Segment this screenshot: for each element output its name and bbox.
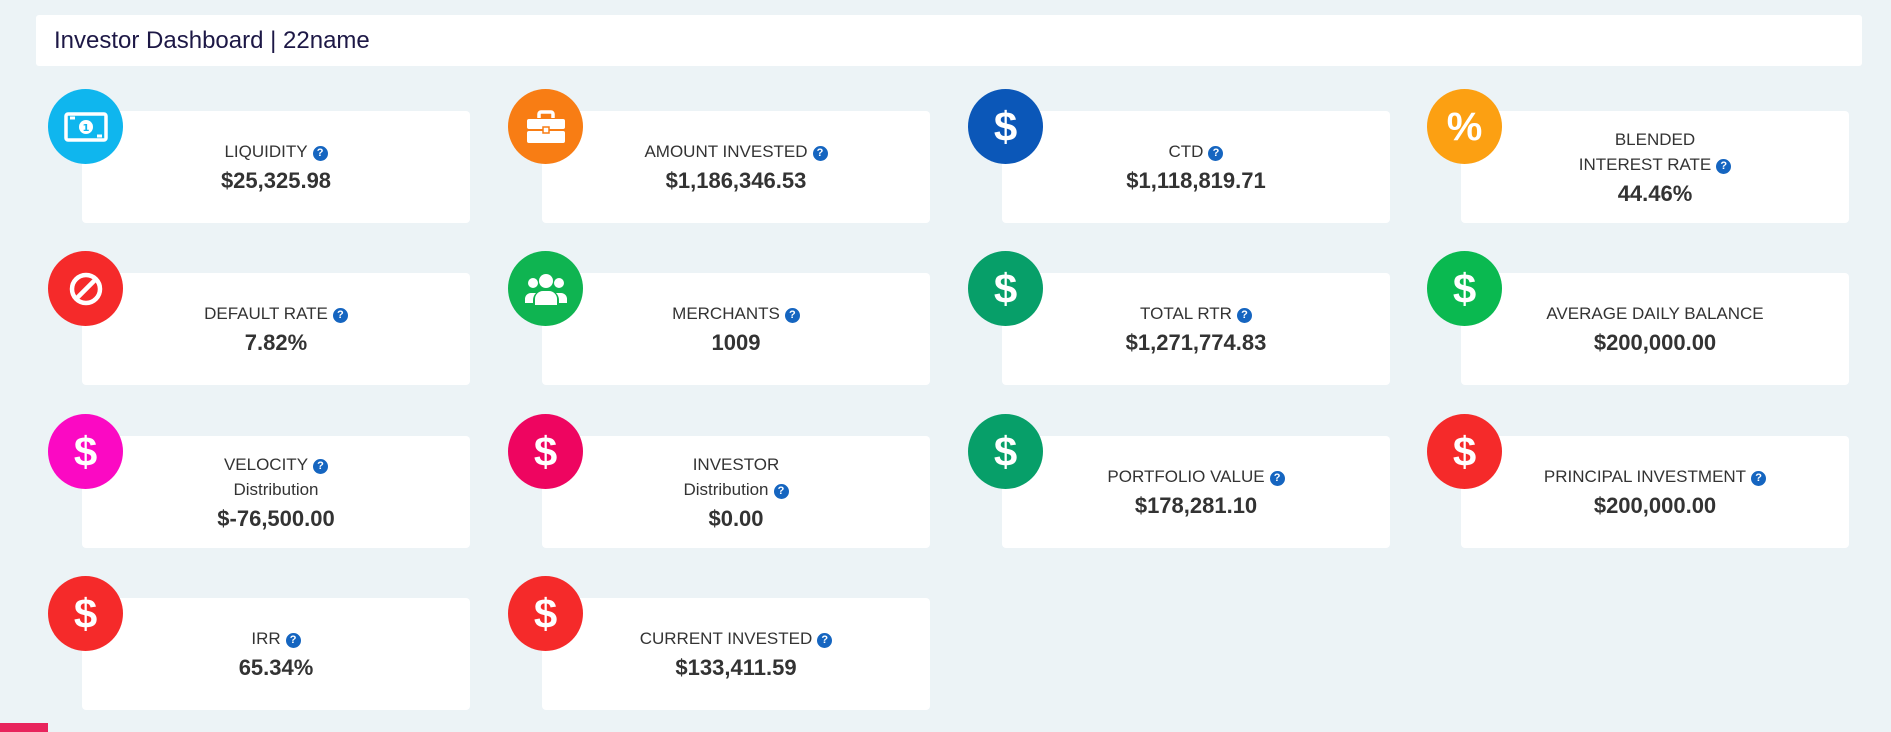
stat-value: $0.00 (708, 505, 764, 531)
stat-card-principal-investment: PRINCIPAL INVESTMENT? $200,000.00 (1461, 436, 1849, 548)
stat-label: INTEREST RATE? (1579, 152, 1732, 177)
stat-value: $133,411.59 (675, 655, 797, 680)
dollar-icon: $ (533, 589, 558, 637)
percent-icon: % (1446, 104, 1483, 149)
percent-badge: % (1427, 89, 1502, 164)
users-icon (524, 271, 568, 307)
stat-card-default-rate: DEFAULT RATE? 7.82% (82, 273, 470, 385)
dollar-badge: $ (1427, 251, 1502, 326)
stat-card-liquidity: LIQUIDITY? $25,325.98 (82, 111, 470, 223)
stat-card-irr: IRR? 65.34% (82, 598, 470, 710)
dollar-icon: $ (993, 427, 1018, 475)
stat-label-top: BLENDED (1614, 129, 1696, 149)
users-badge (508, 251, 583, 326)
stat-card-velocity-distribution: VELOCITY? Distribution $-76,500.00 (82, 436, 470, 548)
help-icon[interactable]: ? (1751, 471, 1767, 486)
dollar-badge: $ (508, 414, 583, 489)
help-icon[interactable]: ? (773, 483, 789, 499)
stat-value: $178,281.10 (1134, 493, 1258, 518)
stat-value: $200,000.00 (1593, 330, 1717, 355)
stat-value: $-76,500.00 (217, 505, 335, 531)
stat-label: VELOCITY? (224, 452, 329, 477)
dollar-icon: $ (533, 427, 558, 475)
stat-card-blended-interest-rate: BLENDED INTEREST RATE? 44.46% (1461, 111, 1849, 223)
dollar-icon: $ (993, 264, 1018, 312)
stat-value: 7.82% (244, 330, 308, 355)
stat-label: CTD? (1169, 139, 1224, 164)
help-icon[interactable]: ? (332, 308, 348, 323)
dollar-badge: $ (968, 414, 1043, 489)
stat-card-current-invested: CURRENT INVESTED? $133,411.59 (542, 598, 930, 710)
stat-label: PORTFOLIO VALUE? (1107, 464, 1285, 489)
page-title: Investor Dashboard | 22name (54, 26, 370, 54)
stat-value: 44.46% (1617, 180, 1693, 206)
page-header: Investor Dashboard | 22name (36, 15, 1862, 66)
money-bill-badge: 1 (48, 89, 123, 164)
stat-card-merchants: MERCHANTS? 1009 (542, 273, 930, 385)
dollar-badge: $ (968, 251, 1043, 326)
stat-label: IRR? (251, 626, 301, 651)
stat-label: DEFAULT RATE? (204, 301, 348, 326)
stat-value: $1,118,819.71 (1126, 168, 1266, 193)
dollar-icon: $ (73, 427, 98, 475)
dollar-icon: $ (993, 102, 1018, 150)
stat-label: TOTAL RTR? (1140, 301, 1252, 326)
dollar-badge: $ (48, 576, 123, 651)
dollar-badge: $ (1427, 414, 1502, 489)
stat-card-portfolio-value: PORTFOLIO VALUE? $178,281.10 (1002, 436, 1390, 548)
stat-value: $1,186,346.53 (665, 168, 807, 193)
stat-value: $25,325.98 (220, 168, 332, 193)
ban-icon (68, 271, 104, 307)
help-icon[interactable]: ? (312, 146, 328, 161)
stat-card-average-daily-balance: AVERAGE DAILY BALANCE $200,000.00 (1461, 273, 1849, 385)
stat-label-top: INVESTOR (692, 454, 780, 474)
dollar-badge: $ (508, 576, 583, 651)
stat-value: 65.34% (238, 655, 314, 680)
briefcase-badge (508, 89, 583, 164)
help-icon[interactable]: ? (817, 633, 833, 648)
stat-value: 1009 (711, 330, 761, 355)
stat-card-investor-distribution: INVESTOR Distribution? $0.00 (542, 436, 930, 548)
dollar-badge: $ (48, 414, 123, 489)
help-icon[interactable]: ? (1208, 146, 1224, 161)
dollar-icon: $ (73, 589, 98, 637)
dollar-icon: $ (1452, 427, 1477, 475)
stat-card-total-rtr: TOTAL RTR? $1,271,774.83 (1002, 273, 1390, 385)
stat-label: MERCHANTS? (672, 301, 800, 326)
stat-label: AVERAGE DAILY BALANCE (1546, 304, 1764, 323)
money-bill-icon: 1 (63, 111, 108, 142)
help-icon[interactable]: ? (1236, 308, 1252, 323)
briefcase-icon (526, 109, 566, 144)
stat-card-ctd: CTD? $1,118,819.71 (1002, 111, 1390, 223)
stat-label: CURRENT INVESTED? (640, 626, 833, 651)
ban-badge (48, 251, 123, 326)
help-icon[interactable]: ? (812, 146, 828, 161)
help-icon[interactable]: ? (784, 308, 800, 323)
stat-value: $1,271,774.83 (1125, 330, 1267, 355)
dollar-badge: $ (968, 89, 1043, 164)
stat-card-amount-invested: AMOUNT INVESTED? $1,186,346.53 (542, 111, 930, 223)
corner-tab[interactable] (0, 723, 48, 732)
stat-label: Distribution? (683, 477, 789, 502)
dollar-icon: $ (1452, 264, 1477, 312)
help-icon[interactable]: ? (1269, 471, 1285, 486)
stat-value: $200,000.00 (1593, 493, 1717, 518)
help-icon[interactable]: ? (1716, 158, 1732, 174)
help-icon[interactable]: ? (313, 458, 329, 474)
stat-label: PRINCIPAL INVESTMENT? (1544, 464, 1767, 489)
stat-label: AMOUNT INVESTED? (644, 139, 828, 164)
stat-sublabel: Distribution (233, 479, 319, 499)
help-icon[interactable]: ? (285, 633, 301, 648)
stat-label: LIQUIDITY? (224, 139, 328, 164)
svg-text:1: 1 (82, 123, 89, 134)
